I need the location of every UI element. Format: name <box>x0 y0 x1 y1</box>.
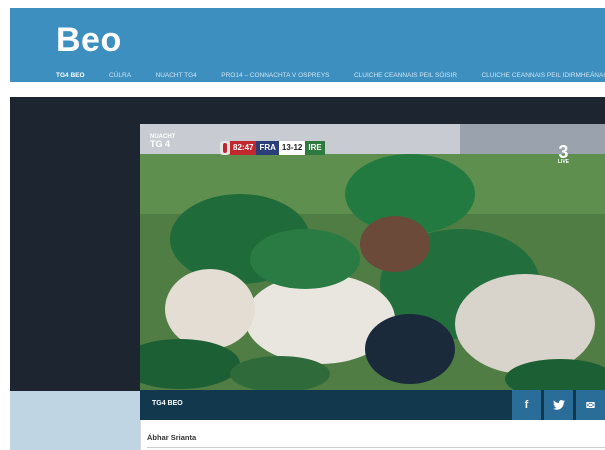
email-icon[interactable]: ✉ <box>576 390 605 420</box>
divider <box>147 447 605 448</box>
share-buttons: f ✉ <box>509 390 605 420</box>
away-team: IRE <box>305 141 325 155</box>
nav-item-pro14[interactable]: PRO14 – CONNACHTA V OSPREYS <box>221 68 329 84</box>
twitter-bird-icon <box>552 400 565 410</box>
nav-item-culra[interactable]: CÚLRA <box>109 68 131 84</box>
rugby-ball-icon <box>220 141 230 155</box>
twitter-icon[interactable] <box>544 390 573 420</box>
score-bar: 82:47 FRA 13-12 IRE <box>220 141 325 155</box>
video-info-bar: TG4 BEO f ✉ <box>140 390 605 420</box>
facebook-icon[interactable]: f <box>512 390 541 420</box>
video-player[interactable]: NUACHT TG 4 82:47 FRA 13-12 IRE 3 LIVE <box>140 124 605 390</box>
tg4-watermark: NUACHT TG 4 <box>150 134 176 149</box>
site-logo[interactable]: Beo <box>56 21 122 60</box>
rugby-scrum-image <box>140 124 605 390</box>
nav-item-tg4-beo[interactable]: TG4 BEO <box>48 68 92 90</box>
nav-item-peil-idirmheanach[interactable]: CLUICHE CEANNAIS PEIL IDIRMHEÁNACH <box>481 68 605 84</box>
related-title: Ábhar Srianta <box>147 433 197 442</box>
nav-item-peil-soisir[interactable]: CLUICHE CEANNAIS PEIL SÓISIR <box>354 68 457 84</box>
related-section: Ábhar Srianta <box>140 420 605 450</box>
score: 13-12 <box>278 141 306 155</box>
main-nav: TG4 BEO CÚLRA NUACHT TG4 PRO14 – CONNACH… <box>46 64 605 90</box>
broadcaster-badge: 3 LIVE <box>557 142 569 165</box>
video-title: TG4 BEO <box>152 400 183 407</box>
nav-item-nuacht[interactable]: NUACHT TG4 <box>156 68 197 84</box>
match-clock: 82:47 <box>230 141 257 155</box>
home-team: FRA <box>256 141 279 155</box>
site-header: Beo TG4 BEO CÚLRA NUACHT TG4 PRO14 – CON… <box>10 8 605 90</box>
side-panel <box>10 391 140 450</box>
